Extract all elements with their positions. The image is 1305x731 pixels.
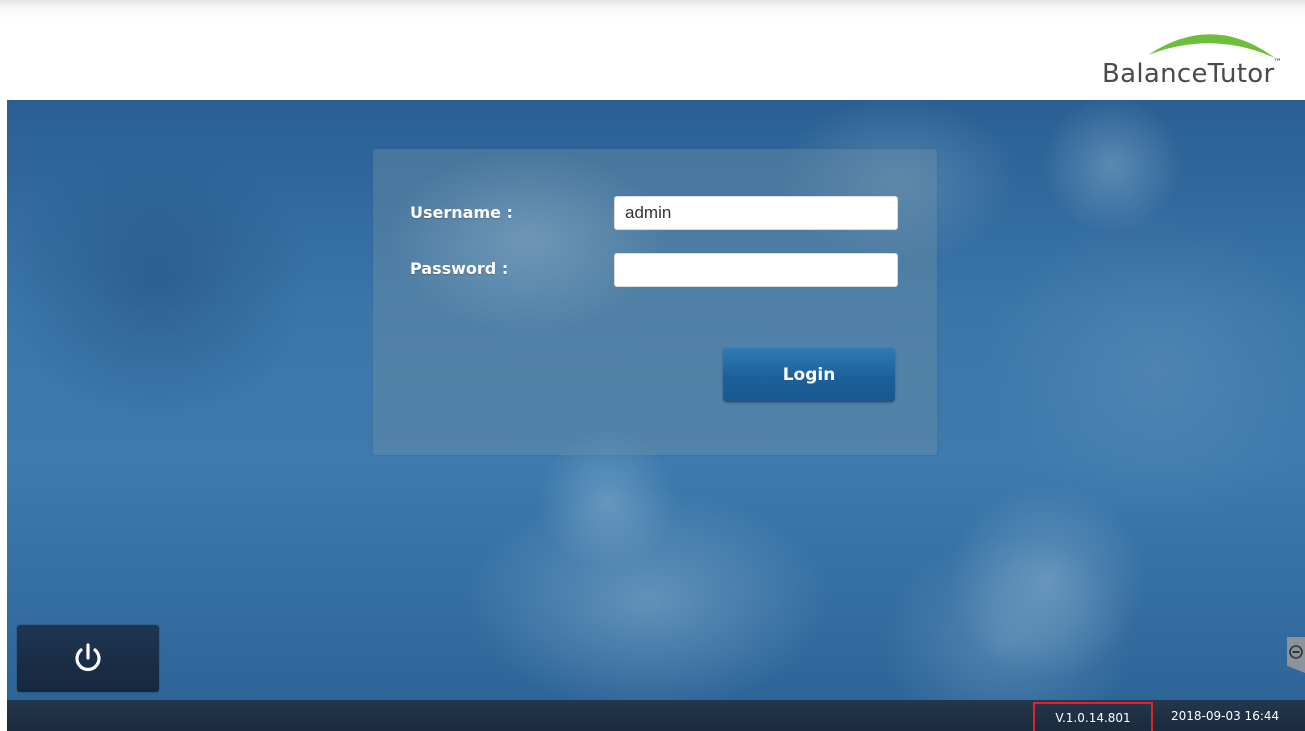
brand-trademark: ™ — [1273, 58, 1282, 68]
header-bar: BalanceTutor ™ — [0, 0, 1305, 100]
status-bar: V.1.0.14.801 2018-09-03 16:44 — [7, 700, 1305, 731]
login-panel: Username : Password : Login — [373, 149, 937, 455]
power-icon — [75, 642, 101, 671]
app-window: BalanceTutor ™ Username : Password : Log… — [0, 0, 1305, 731]
datetime-label: 2018-09-03 16:44 — [1171, 709, 1280, 723]
brand-logo: BalanceTutor ™ — [1093, 20, 1283, 95]
power-button[interactable] — [17, 625, 159, 692]
brand-name: BalanceTutor — [1102, 59, 1275, 89]
side-panel-tab[interactable] — [1287, 637, 1305, 673]
username-input[interactable] — [614, 196, 898, 230]
login-background: Username : Password : Login — [7, 100, 1305, 700]
background-bubble — [1037, 100, 1187, 230]
minus-circle-icon — [1289, 645, 1303, 659]
password-input[interactable] — [614, 253, 898, 287]
password-label: Password : — [410, 259, 509, 278]
username-label: Username : — [410, 203, 513, 222]
version-label: V.1.0.14.801 — [1033, 702, 1153, 731]
login-button[interactable]: Login — [723, 348, 895, 402]
background-bubble — [947, 480, 1147, 680]
